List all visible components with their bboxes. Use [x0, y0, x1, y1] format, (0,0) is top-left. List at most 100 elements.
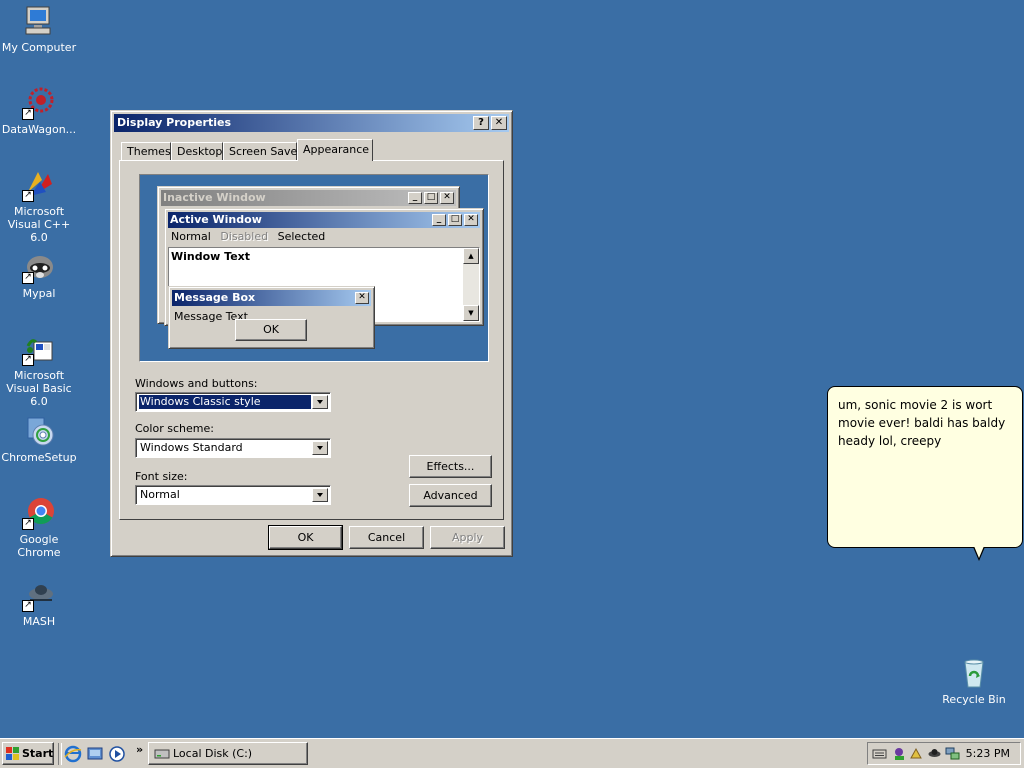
- shortcut-arrow-icon: ↗: [22, 354, 34, 366]
- dialog-titlebar[interactable]: Display Properties ? ✕: [114, 114, 509, 132]
- chevron-down-icon[interactable]: [312, 395, 328, 409]
- taskbar: Start » Local Disk (C:) 5:23 PM: [0, 738, 1024, 768]
- menu-selected: Selected: [277, 230, 326, 243]
- taskbar-local-disk[interactable]: Local Disk (C:): [148, 742, 308, 765]
- windows-flag-icon: [6, 747, 19, 760]
- display-properties-dialog: Display Properties ? ✕ Themes Desktop Sc…: [110, 110, 513, 557]
- chrome-icon: ↗: [22, 496, 56, 530]
- chevron-down-icon[interactable]: [312, 441, 328, 455]
- show-desktop-icon[interactable]: [86, 745, 104, 763]
- preview-ok-button: OK: [235, 319, 307, 341]
- ok-button[interactable]: OK: [268, 525, 343, 550]
- scroll-down-icon: ▼: [463, 305, 479, 321]
- start-label: Start: [22, 747, 54, 760]
- maximize-icon: □: [424, 192, 438, 204]
- preview-scrollbar: ▲ ▼: [463, 248, 479, 321]
- mash-tray-icon[interactable]: [927, 746, 942, 761]
- desktop-icon-mash[interactable]: ↗ MASH: [0, 578, 79, 628]
- tab-themes[interactable]: Themes: [121, 142, 171, 160]
- desktop-icon-visual-basic[interactable]: ↗ Microsoft Visual Basic 6.0: [0, 332, 79, 408]
- help-icon: ?: [478, 117, 484, 128]
- appearance-preview: Inactive Window _ □ ✕ Active Window _ □ …: [139, 174, 489, 362]
- computer-icon: [22, 4, 56, 38]
- active-window-title: Active Window: [170, 213, 262, 226]
- close-button[interactable]: ✕: [491, 116, 507, 130]
- desktop-icon-mypal[interactable]: ↗ Mypal: [0, 250, 79, 300]
- inactive-window-titlebar: Inactive Window _ □ ✕: [161, 190, 456, 206]
- desktop-icon-my-computer[interactable]: My Computer: [0, 4, 79, 54]
- color-scheme-value: Windows Standard: [140, 441, 243, 454]
- desktop-icon-label: Microsoft Visual Basic 6.0: [6, 369, 72, 408]
- active-window-titlebar: Active Window _ □ ✕: [168, 212, 480, 228]
- color-scheme-select[interactable]: Windows Standard: [135, 438, 331, 458]
- desktop-icon-label: Google Chrome: [17, 533, 61, 559]
- network-icon[interactable]: [945, 746, 960, 761]
- appearance-panel: Inactive Window _ □ ✕ Active Window _ □ …: [119, 160, 504, 520]
- media-player-icon[interactable]: [108, 745, 126, 763]
- desktop-icon-visual-cpp[interactable]: ↗ Microsoft Visual C++ 6.0: [0, 168, 79, 244]
- recycle-bin-icon: [957, 656, 991, 690]
- color-scheme-label: Color scheme:: [135, 422, 214, 435]
- tab-screen-saver[interactable]: Screen Saver: [223, 142, 302, 160]
- desktop-icon-label: MASH: [22, 615, 56, 628]
- preview-message-box: Message Box ✕ Message Text OK: [168, 286, 375, 349]
- task-label: Local Disk (C:): [173, 747, 253, 760]
- menu-disabled: Disabled: [220, 230, 269, 243]
- tab-appearance[interactable]: Appearance: [297, 139, 373, 161]
- desktop-icon-datawagon[interactable]: ↗ DataWagon...: [0, 86, 79, 136]
- speech-bubble-text: um, sonic movie 2 is wort movie ever! ba…: [838, 398, 1006, 448]
- windows-buttons-select[interactable]: Windows Classic style: [135, 392, 331, 412]
- desktop-icon-label: My Computer: [1, 41, 77, 54]
- desktop-icon-label: Microsoft Visual C++ 6.0: [7, 205, 71, 244]
- taskbar-divider: [58, 743, 62, 765]
- minimize-icon: _: [408, 192, 422, 204]
- windows-buttons-label: Windows and buttons:: [135, 377, 258, 390]
- shortcut-arrow-icon: ↗: [22, 190, 34, 202]
- keyboard-icon[interactable]: [872, 746, 887, 761]
- desktop-icon-google-chrome[interactable]: ↗ Google Chrome: [0, 496, 79, 559]
- font-size-select[interactable]: Normal: [135, 485, 331, 505]
- message-box-title: Message Box: [174, 291, 256, 304]
- inactive-window-title: Inactive Window: [163, 191, 266, 204]
- font-size-label: Font size:: [135, 470, 188, 483]
- preview-menu-bar: Normal Disabled Selected: [171, 230, 325, 244]
- close-icon: ✕: [464, 214, 478, 226]
- close-icon: ✕: [494, 117, 504, 128]
- shortcut-arrow-icon: ↗: [22, 518, 34, 530]
- speech-bubble-tail: [973, 546, 985, 561]
- effects-button[interactable]: Effects...: [409, 455, 492, 478]
- message-box-titlebar: Message Box ✕: [172, 290, 371, 306]
- apply-button[interactable]: Apply: [430, 526, 505, 549]
- bonzi-agent-icon[interactable]: [892, 746, 907, 761]
- start-button[interactable]: Start: [2, 742, 54, 765]
- desktop-icon-label: Recycle Bin: [942, 693, 1006, 706]
- setup-cd-icon: [22, 414, 56, 448]
- windows-buttons-value: Windows Classic style: [138, 394, 312, 410]
- font-size-value: Normal: [140, 488, 180, 501]
- desktop-icon-recycle-bin[interactable]: Recycle Bin: [934, 656, 1014, 706]
- help-button[interactable]: ?: [473, 116, 489, 130]
- internet-explorer-icon[interactable]: [64, 745, 82, 763]
- chevron-down-icon[interactable]: [312, 488, 328, 502]
- menu-normal: Normal: [171, 230, 211, 243]
- shortcut-arrow-icon: ↗: [22, 600, 34, 612]
- tray-app-icon[interactable]: [909, 746, 924, 761]
- window-text-label: Window Text: [171, 250, 251, 263]
- tab-desktop[interactable]: Desktop: [171, 142, 223, 160]
- drive-icon: [154, 749, 170, 759]
- mypal-raccoon-icon: ↗: [22, 250, 56, 284]
- close-icon: ✕: [440, 192, 454, 204]
- visual-basic-icon: ↗: [22, 332, 56, 366]
- scroll-up-icon: ▲: [463, 248, 479, 264]
- quick-launch-chevron[interactable]: »: [136, 743, 143, 756]
- desktop-icon-chromesetup[interactable]: ChromeSetup: [0, 414, 79, 464]
- clock[interactable]: 5:23 PM: [966, 746, 1010, 761]
- mash-icon: ↗: [22, 578, 56, 612]
- dialog-title: Display Properties: [117, 116, 232, 129]
- shortcut-arrow-icon: ↗: [22, 272, 34, 284]
- advanced-button[interactable]: Advanced: [409, 484, 492, 507]
- speech-bubble: um, sonic movie 2 is wort movie ever! ba…: [827, 386, 1023, 548]
- cancel-button[interactable]: Cancel: [349, 526, 424, 549]
- desktop-icon-label: DataWagon...: [1, 123, 77, 136]
- maximize-icon: □: [448, 214, 462, 226]
